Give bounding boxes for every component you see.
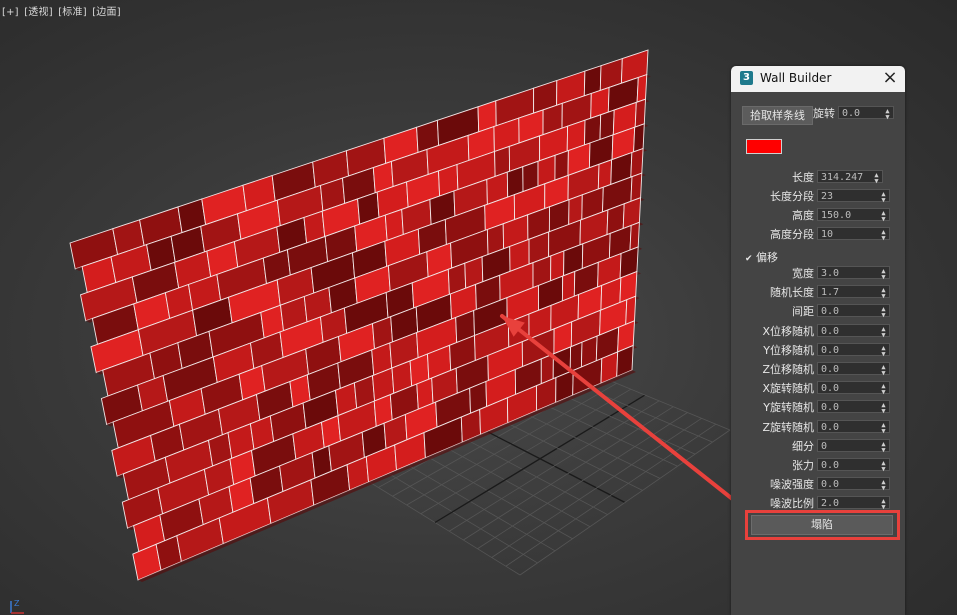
- param-label: Y旋转随机: [763, 401, 814, 415]
- param-spinner[interactable]: 0.0 ▲ ▼: [817, 400, 890, 415]
- brick: [630, 172, 643, 202]
- param-value: 0.0: [821, 479, 840, 491]
- offset-label: 偏移: [756, 251, 778, 264]
- color-swatch[interactable]: [746, 139, 782, 154]
- param-value: 3.0: [821, 268, 840, 279]
- wall-builder-panel: 3 Wall Builder × 拾取样条线 旋转 0.0 ▲ ▼ 长度 314.2…: [731, 66, 905, 615]
- param-spinner[interactable]: 0.0 ▲ ▼: [817, 362, 890, 377]
- param-value: 23: [821, 191, 834, 202]
- param-value: 0: [821, 440, 828, 452]
- param-value: 314.247: [821, 172, 864, 183]
- gizmo-z-label: Z: [14, 599, 20, 608]
- param-value: 0.0: [821, 421, 840, 433]
- param-label: Y位移随机: [763, 343, 814, 357]
- param-value: 0.0: [821, 402, 840, 414]
- param-spinner[interactable]: 0.0 ▲ ▼: [817, 342, 890, 357]
- param-value: 0.0: [821, 344, 840, 356]
- spinner-arrows-icon[interactable]: ▲ ▼: [880, 305, 887, 319]
- brick-wall[interactable]: [69, 49, 651, 582]
- brick: [630, 147, 644, 178]
- param-label: 张力: [792, 459, 814, 472]
- param-label: 噪波比例: [770, 497, 814, 511]
- param-value: 0.0: [821, 364, 840, 375]
- param-value: 0.0: [821, 383, 840, 395]
- spinner-arrows-icon[interactable]: ▲ ▼: [880, 363, 887, 377]
- pick-spline-button[interactable]: 拾取样条线: [742, 106, 813, 125]
- param-spinner[interactable]: 150.0 ▲ ▼: [817, 208, 890, 223]
- spinner-arrows-icon[interactable]: ▲ ▼: [880, 325, 887, 338]
- panel-title: Wall Builder: [760, 71, 832, 85]
- param-label: 细分: [792, 439, 814, 453]
- param-spinner[interactable]: 0.0 ▲ ▼: [817, 458, 890, 473]
- param-label: 长度分段: [770, 190, 814, 203]
- param-spinner[interactable]: 10 ▲ ▼: [817, 227, 890, 242]
- param-spinner[interactable]: 23 ▲ ▼: [817, 189, 890, 204]
- param-value: 0.0: [821, 460, 840, 471]
- param-value: 1.7: [821, 287, 840, 299]
- viewport-plus-menu[interactable]: [+]: [2, 7, 19, 18]
- panel-titlebar[interactable]: 3 Wall Builder ×: [731, 66, 905, 92]
- spinner-arrows-icon[interactable]: ▲ ▼: [880, 459, 887, 473]
- param-value: 150.0: [821, 210, 852, 221]
- spinner-arrows-icon[interactable]: ▲ ▼: [880, 421, 887, 434]
- rotation-spinner[interactable]: 0.0 ▲ ▼: [838, 106, 894, 121]
- offset-checkbox[interactable]: ✔ 偏移: [745, 249, 778, 265]
- param-label: 高度: [792, 209, 814, 222]
- param-spinner[interactable]: 314.247 ▲ ▼: [817, 170, 883, 185]
- spinner-arrows-icon[interactable]: ▲ ▼: [880, 267, 887, 281]
- param-spinner[interactable]: 1.7 ▲ ▼: [817, 285, 890, 300]
- spinner-arrows-icon[interactable]: ▲ ▼: [880, 440, 887, 453]
- close-icon[interactable]: ×: [881, 69, 899, 87]
- collapse-button[interactable]: 塌陷: [751, 515, 893, 535]
- brick: [634, 98, 646, 128]
- brick: [633, 123, 645, 153]
- spinner-arrows-icon[interactable]: ▲ ▼: [880, 478, 887, 492]
- param-label: X位移随机: [762, 324, 814, 338]
- spinner-arrows-icon[interactable]: ▲ ▼: [880, 190, 887, 204]
- rotation-label: 旋转: [813, 107, 835, 120]
- spinner-arrows-icon[interactable]: ▲ ▼: [873, 171, 880, 185]
- viewport-label[interactable]: [+] [透视] [标准] [边面]: [2, 3, 123, 18]
- param-label: Z旋转随机: [762, 420, 814, 434]
- param-label: 间距: [792, 305, 814, 319]
- param-spinner[interactable]: 3.0 ▲ ▼: [817, 266, 890, 281]
- brick: [629, 221, 640, 251]
- viewport-shading-menu[interactable]: [标准]: [58, 7, 87, 18]
- spinner-arrows-icon[interactable]: ▲ ▼: [880, 286, 887, 300]
- param-value: 0.0: [821, 325, 840, 337]
- param-value: 10: [821, 229, 834, 240]
- spinner-arrows-icon[interactable]: ▲ ▼: [880, 228, 887, 242]
- param-spinner[interactable]: 0.0 ▲ ▼: [817, 323, 890, 338]
- param-spinner[interactable]: 0.0 ▲ ▼: [817, 381, 890, 396]
- param-label: 长度: [792, 171, 814, 184]
- brick: [636, 73, 648, 103]
- param-value: 2.0: [821, 498, 840, 510]
- param-value: 0.0: [821, 306, 840, 318]
- spinner-arrows-icon[interactable]: ▲ ▼: [880, 344, 887, 357]
- param-label: X旋转随机: [762, 382, 814, 396]
- spinner-arrows-icon[interactable]: ▲ ▼: [880, 209, 887, 223]
- app-icon: 3: [740, 71, 753, 85]
- param-label: Z位移随机: [762, 363, 814, 376]
- spinner-arrows-icon[interactable]: ▲ ▼: [880, 401, 887, 415]
- param-spinner[interactable]: 2.0 ▲ ▼: [817, 496, 890, 511]
- param-spinner[interactable]: 0 ▲ ▼: [817, 438, 890, 453]
- rotation-value: 0.0: [842, 108, 861, 119]
- param-label: 随机长度: [770, 286, 814, 300]
- viewport-view-menu[interactable]: [透视]: [24, 7, 53, 18]
- checkbox-check-icon[interactable]: ✔: [745, 255, 754, 264]
- param-spinner[interactable]: 0.0 ▲ ▼: [817, 419, 890, 434]
- param-spinner[interactable]: 0.0 ▲ ▼: [817, 477, 890, 492]
- param-label: 宽度: [792, 267, 814, 280]
- spinner-arrows-icon[interactable]: ▲ ▼: [880, 497, 887, 511]
- brick: [625, 295, 637, 326]
- param-label: 噪波强度: [770, 478, 814, 492]
- param-label: 高度分段: [770, 228, 814, 241]
- spinner-arrows-icon[interactable]: ▲ ▼: [880, 382, 887, 396]
- spinner-arrows-icon[interactable]: ▲ ▼: [884, 107, 891, 121]
- param-spinner[interactable]: 0.0 ▲ ▼: [817, 304, 890, 319]
- viewport-display-menu[interactable]: [边面]: [92, 7, 121, 18]
- grid-line: [505, 423, 717, 567]
